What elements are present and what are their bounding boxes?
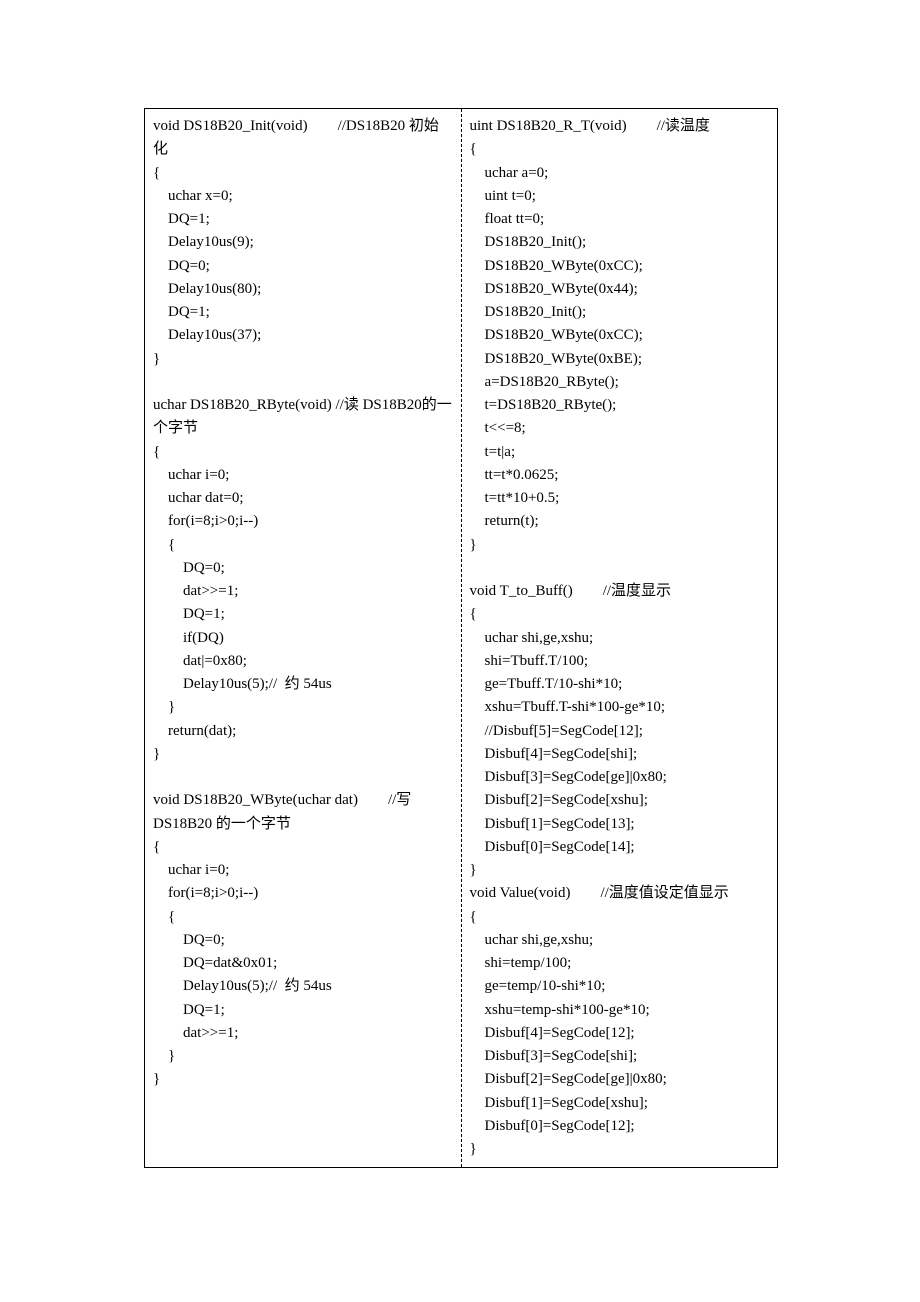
left-column: void DS18B20_Init(void) //DS18B20 初始化 { … [145,109,462,1167]
code-table: void DS18B20_Init(void) //DS18B20 初始化 { … [144,108,778,1168]
right-column: uint DS18B20_R_T(void) //读温度 { uchar a=0… [462,109,778,1167]
right-code-block: uint DS18B20_R_T(void) //读温度 { uchar a=0… [470,115,770,1161]
left-code-block: void DS18B20_Init(void) //DS18B20 初始化 { … [153,115,453,1092]
page: void DS18B20_Init(void) //DS18B20 初始化 { … [0,0,920,1224]
